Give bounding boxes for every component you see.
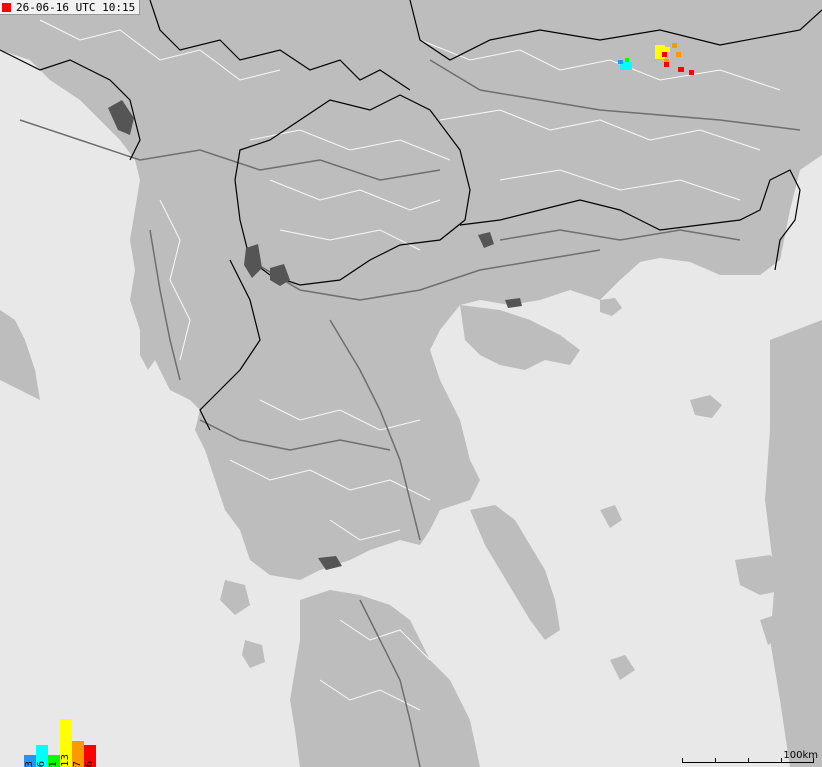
legend-bar-count: 1 (48, 760, 59, 767)
legend-bar: 6 (36, 745, 48, 767)
strike-blue (618, 60, 623, 64)
legend-bar-count: 13 (60, 754, 71, 767)
strike-orange (676, 52, 681, 57)
strike-count-legend: 3 6 1 13 7 6 (24, 719, 96, 767)
legend-bar-count: 7 (72, 760, 83, 767)
strike-red (664, 62, 669, 67)
strike-red (678, 67, 684, 72)
legend-bar: 13 (60, 719, 72, 767)
legend-bar: 6 (84, 745, 96, 767)
timestamp-header: 26-06-16 UTC 10:15 (0, 0, 141, 15)
legend-bar-count: 3 (24, 760, 35, 767)
legend-bar: 3 (24, 755, 36, 767)
scale-label: 100km (783, 750, 818, 761)
legend-bar-count: 6 (36, 760, 47, 767)
lightning-map[interactable] (0, 0, 822, 767)
legend-bar: 1 (48, 755, 60, 767)
strike-green (625, 58, 629, 62)
strike-red (689, 70, 694, 75)
strike-red (662, 52, 667, 57)
legend-bar-count: 6 (84, 760, 95, 767)
timestamp-text: 26-06-16 UTC 10:15 (16, 0, 136, 14)
strike-yellow (665, 47, 670, 52)
strike-orange (672, 43, 677, 48)
timestamp-marker-icon (2, 2, 11, 12)
legend-bar: 7 (72, 741, 84, 767)
